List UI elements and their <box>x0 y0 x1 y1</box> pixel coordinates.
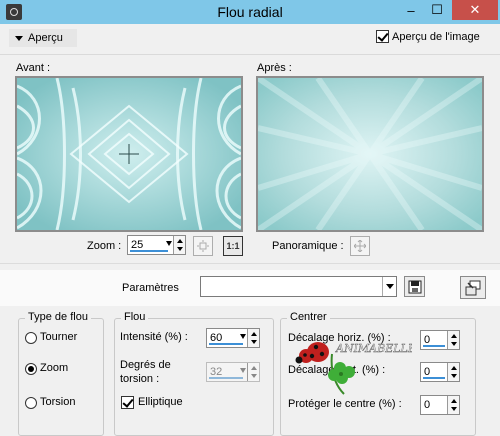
parameters-preset-select[interactable] <box>200 276 397 297</box>
h-offset-spin-arrows[interactable] <box>447 331 459 349</box>
zoom-value-underline <box>130 250 168 252</box>
blur-group-title: Flou <box>121 311 149 323</box>
twist-spin-arrows[interactable] <box>247 363 259 381</box>
elliptic-checkbox[interactable] <box>121 396 134 409</box>
divider <box>0 54 500 55</box>
save-icon <box>408 280 421 293</box>
zoom-spin-arrows[interactable] <box>173 236 185 254</box>
twist-label-line2: torsion : <box>120 373 160 385</box>
parameters-label: Paramètres <box>122 282 179 294</box>
protect-center-label: Protéger le centre (%) : <box>288 398 402 410</box>
h-offset-label: Décalage horiz. (%) : <box>288 332 391 344</box>
preview-toggle-button[interactable]: Aperçu <box>9 29 77 47</box>
spin-up-icon[interactable] <box>251 366 257 370</box>
twist-label-line1: Degrés de <box>120 359 171 371</box>
fit-to-window-icon <box>197 240 209 252</box>
pan-button[interactable] <box>350 236 370 256</box>
spin-up-icon[interactable] <box>251 332 257 336</box>
spin-up-icon[interactable] <box>451 399 457 403</box>
spin-down-icon[interactable] <box>451 374 457 378</box>
protect-center-spin-arrows[interactable] <box>447 396 459 414</box>
after-label: Après : <box>257 62 292 74</box>
after-preview-image <box>256 76 484 232</box>
zoom-label: Zoom : <box>87 240 122 252</box>
intensity-label: Intensité (%) : <box>120 331 188 343</box>
pan-label: Panoramique : <box>272 240 344 252</box>
image-preview-label: Aperçu de l'image <box>392 30 480 43</box>
radio-torsion-label[interactable]: Torsion <box>40 396 75 408</box>
chevron-down-icon[interactable] <box>382 277 396 296</box>
radio-zoom-label[interactable]: Zoom <box>40 362 68 374</box>
import-presets-icon <box>465 280 481 295</box>
save-preset-button[interactable] <box>404 276 425 297</box>
maximize-button[interactable]: ☐ <box>424 0 450 20</box>
minimize-button[interactable]: – <box>398 0 424 20</box>
divider <box>0 263 500 264</box>
twist-underline <box>209 377 243 379</box>
protect-center-value: 0 <box>424 399 431 411</box>
twist-dropdown-arrow-icon[interactable] <box>240 368 246 373</box>
radio-tourner-label[interactable]: Tourner <box>40 331 77 343</box>
spin-up-icon[interactable] <box>451 334 457 338</box>
zoom-dropdown-arrow-icon[interactable] <box>166 241 172 246</box>
move-crosshair-icon <box>354 240 366 252</box>
radio-torsion[interactable] <box>25 397 37 409</box>
spin-down-icon[interactable] <box>177 247 183 251</box>
elliptic-label[interactable]: Elliptique <box>138 396 183 408</box>
spin-down-icon[interactable] <box>451 407 457 411</box>
import-presets-button[interactable] <box>460 276 486 299</box>
preview-toggle-label: Aperçu <box>28 32 63 44</box>
spin-down-icon[interactable] <box>251 374 257 378</box>
intensity-stepper[interactable]: 60 <box>206 328 260 348</box>
center-group-title: Centrer <box>287 311 330 323</box>
v-offset-stepper[interactable]: 0 <box>420 362 460 382</box>
v-offset-label: Décalage vert. (%) : <box>288 364 386 376</box>
protect-center-stepper[interactable]: 0 <box>420 395 460 415</box>
radio-zoom[interactable] <box>25 363 37 375</box>
after-preview-graphic <box>258 78 482 230</box>
close-button[interactable]: ✕ <box>452 0 498 20</box>
before-preview-graphic <box>17 78 241 230</box>
spin-up-icon[interactable] <box>451 366 457 370</box>
zoom-stepper[interactable]: 25 <box>127 235 186 255</box>
before-preview-image[interactable] <box>15 76 243 232</box>
spin-up-icon[interactable] <box>177 239 183 243</box>
actual-size-button[interactable]: 1:1 <box>223 236 243 256</box>
radio-tourner[interactable] <box>25 332 37 344</box>
title-bar[interactable]: Flou radial – ☐ ✕ <box>0 0 500 24</box>
intensity-underline <box>209 343 243 345</box>
spin-down-icon[interactable] <box>251 340 257 344</box>
image-preview-checkbox[interactable] <box>376 30 389 43</box>
v-offset-underline <box>423 377 445 379</box>
radial-blur-dialog: Flou radial – ☐ ✕ Aperçu Aperçu de l'ima… <box>0 0 500 436</box>
fit-to-window-button[interactable] <box>193 236 213 256</box>
triangle-down-icon <box>15 35 23 41</box>
v-offset-spin-arrows[interactable] <box>447 363 459 381</box>
twist-stepper[interactable]: 32 <box>206 362 260 382</box>
h-offset-stepper[interactable]: 0 <box>420 330 460 350</box>
h-offset-underline <box>423 345 445 347</box>
blur-type-title: Type de flou <box>25 311 91 323</box>
image-preview-checkbox-row[interactable]: Aperçu de l'image <box>376 30 480 43</box>
intensity-dropdown-arrow-icon[interactable] <box>240 334 246 339</box>
spin-down-icon[interactable] <box>451 342 457 346</box>
before-label: Avant : <box>16 62 51 74</box>
intensity-spin-arrows[interactable] <box>247 329 259 347</box>
